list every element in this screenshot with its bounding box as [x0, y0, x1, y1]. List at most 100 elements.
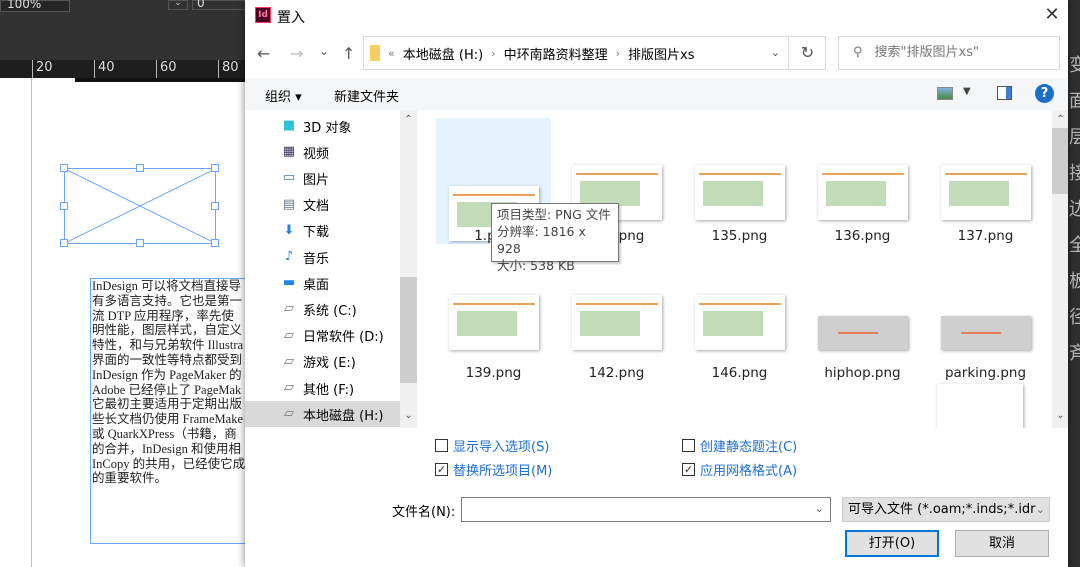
checkbox-label: 显示导入选项(S) [453, 440, 550, 455]
view-options-icon[interactable] [937, 87, 953, 100]
checkbox[interactable]: ✓ [435, 463, 448, 476]
cancel-button[interactable]: 取消 [955, 530, 1049, 557]
filename-input[interactable]: ⌄ [461, 497, 831, 522]
panel-label[interactable]: 板 [1069, 264, 1080, 300]
nav-item[interactable]: ▭ 图片 [245, 165, 400, 191]
breadcrumb-item[interactable]: 中环南路资料整理 [504, 44, 608, 63]
nav-item[interactable]: ▬ 桌面 [245, 270, 400, 296]
replace-selected-checkbox[interactable]: ✓ 替换所选项目(M) [435, 460, 552, 479]
nav-item[interactable]: ▱ 游戏 (E:) [245, 349, 400, 375]
file-thumbnail[interactable] [937, 384, 1023, 428]
address-bar[interactable]: « 本地磁盘 (H:) › 中环南路资料整理 › 排版图片xs ⌄ [363, 36, 789, 70]
apply-grid-format-checkbox[interactable]: ✓ 应用网格格式(A) [682, 460, 797, 479]
page-edge [75, 78, 250, 82]
panel-label[interactable]: 层 [1069, 120, 1080, 156]
nav-item-label: 其他 (F:) [303, 382, 355, 398]
file-item[interactable]: parking.png [928, 248, 1043, 381]
nav-scrollbar-thumb[interactable] [400, 277, 417, 383]
resize-handle[interactable] [136, 239, 144, 247]
close-button[interactable]: ✕ [1040, 4, 1064, 25]
nav-item-label: 下载 [303, 225, 330, 241]
breadcrumb-item[interactable]: 本地磁盘 (H:) [403, 44, 483, 63]
open-button[interactable]: 打开(O) [845, 530, 939, 557]
scroll-up-icon[interactable]: ⌃ [400, 114, 417, 125]
file-item[interactable]: 137.png [928, 118, 1043, 244]
file-type-value: 可导入文件 (*.oam;*.inds;*.idr [848, 502, 1036, 517]
zoom-field[interactable]: 100% [0, 0, 70, 12]
new-folder-button[interactable]: 新建文件夹 [334, 86, 399, 105]
indesign-app-icon: Id [255, 7, 271, 23]
scroll-down-icon[interactable]: ⌄ [400, 410, 417, 421]
drive-icon: ▱ [284, 327, 294, 343]
recent-locations-button[interactable]: ⌄ [319, 44, 329, 58]
chevron-down-icon[interactable]: ⌄ [771, 46, 780, 59]
chevron-right-icon[interactable]: › [616, 47, 620, 60]
nav-item-label: 游戏 (E:) [303, 356, 356, 372]
nav-item[interactable]: ■ 3D 对象 [245, 113, 400, 139]
scroll-up-icon[interactable]: ⌃ [1052, 114, 1069, 125]
stroke-field[interactable]: 0 [192, 0, 250, 10]
panel-label[interactable]: 径 [1069, 300, 1080, 336]
nav-item[interactable]: ⬇ 下载 [245, 218, 400, 244]
checkbox[interactable] [435, 439, 448, 452]
nav-item[interactable]: ▱ 本地磁盘 (H:) [245, 401, 400, 428]
file-info-tooltip: 项目类型: PNG 文件 分辨率: 1816 x 928 大小: 538 KB [491, 203, 619, 273]
chevron-right-icon[interactable]: › [491, 47, 495, 60]
file-name: 137.png [957, 228, 1014, 244]
panel-label[interactable]: 边 [1069, 192, 1080, 228]
nav-item[interactable]: ♪ 音乐 [245, 244, 400, 270]
desktop-icon: ▬ [282, 275, 296, 291]
breadcrumb-overflow[interactable]: « [388, 47, 395, 60]
nav-item[interactable]: ▦ 视频 [245, 139, 400, 165]
content-scrollbar-thumb[interactable] [1052, 128, 1068, 194]
nav-item[interactable]: ▱ 日常软件 (D:) [245, 323, 400, 349]
nav-item[interactable]: ▱ 系统 (C:) [245, 296, 400, 322]
resize-handle[interactable] [211, 164, 219, 172]
panel-label[interactable]: 面 [1069, 84, 1080, 120]
caret-down-icon[interactable]: ▼ [963, 86, 971, 97]
breadcrumb-item[interactable]: 排版图片xs [628, 44, 694, 63]
help-icon[interactable]: ? [1035, 84, 1054, 103]
folder-icon [370, 45, 380, 61]
up-button[interactable]: ↑ [342, 44, 355, 63]
text-line: 有多语言支持。它也是第一 [92, 293, 243, 308]
file-item[interactable]: 135.png [682, 118, 797, 244]
preview-pane-icon[interactable] [997, 86, 1012, 100]
file-item[interactable]: hiphop.png [805, 248, 920, 381]
organize-button[interactable]: 组织 ▾ [265, 86, 302, 105]
resize-handle[interactable] [211, 202, 219, 210]
file-type-select[interactable]: 可导入文件 (*.oam;*.inds;*.idr ⌄ [842, 497, 1050, 522]
image-placeholder-frame[interactable] [60, 164, 219, 247]
checkbox[interactable] [682, 439, 695, 452]
panel-label[interactable]: 变 [1069, 48, 1080, 84]
resize-handle[interactable] [60, 202, 68, 210]
resize-handle[interactable] [60, 164, 68, 172]
text-line: 的合并，InDesign 和使用相 [92, 441, 241, 456]
show-import-options-checkbox[interactable]: 显示导入选项(S) [435, 436, 549, 455]
checkbox[interactable]: ✓ [682, 463, 695, 476]
nav-item[interactable]: ▱ 其他 (F:) [245, 375, 400, 401]
resize-handle[interactable] [60, 239, 68, 247]
back-button[interactable]: ← [257, 44, 270, 63]
file-item[interactable]: 146.png [682, 248, 797, 381]
scroll-down-icon[interactable]: ⌄ [1052, 410, 1069, 421]
tooltip-resolution: 分辨率: 1816 x 928 [497, 224, 586, 256]
search-input[interactable]: ⚲ 搜索"排版图片xs" [838, 36, 1060, 70]
create-static-caption-checkbox[interactable]: 创建静态题注(C) [682, 436, 797, 455]
chevron-down-icon[interactable]: ⌄ [815, 502, 824, 515]
forward-button[interactable]: → [290, 44, 303, 63]
text-frame[interactable]: InDesign 可以将文档直接导 有多语言支持。它也是第一 流 DTP 应用程… [90, 278, 250, 544]
file-name: parking.png [944, 365, 1027, 381]
file-item[interactable]: 136.png [805, 118, 920, 244]
panel-label[interactable]: 斉 [1069, 336, 1080, 372]
refresh-button[interactable]: ↻ [790, 36, 826, 70]
nav-item-label: 系统 (C:) [303, 303, 357, 319]
stroke-dropdown[interactable]: ⌄ [168, 0, 188, 10]
file-name: 146.png [711, 365, 768, 381]
resize-handle[interactable] [211, 239, 219, 247]
file-name: 139.png [465, 365, 522, 381]
panel-label[interactable]: 接 [1069, 156, 1080, 192]
resize-handle[interactable] [136, 164, 144, 172]
panel-label[interactable]: 全 [1069, 228, 1080, 264]
nav-item[interactable]: ▤ 文档 [245, 192, 400, 218]
